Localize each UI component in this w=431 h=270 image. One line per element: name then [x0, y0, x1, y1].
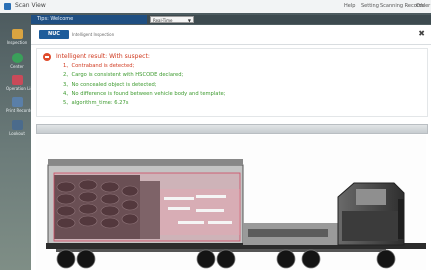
inspection-window: NUC Intelligent Inspection ✖ Intelligent…: [31, 25, 431, 270]
menu-help[interactable]: Help: [344, 3, 355, 9]
result-list: 1、Contraband is detected; 2、Cargo is con…: [63, 62, 225, 108]
desktop-icon-lookout[interactable]: Lookout: [6, 120, 28, 136]
menu-order[interactable]: Order: [416, 3, 430, 9]
menu-setting[interactable]: Setting: [361, 3, 379, 9]
window-header: NUC Intelligent Inspection ✖: [31, 25, 431, 45]
desktop-icon-print-records[interactable]: Print Records: [6, 97, 32, 113]
warning-icon: [43, 53, 51, 61]
desktop-icon-center[interactable]: Center: [6, 53, 28, 69]
xray-truck-image: [36, 135, 426, 270]
desktop-icon-inspection[interactable]: Inspection: [6, 29, 28, 45]
printer-icon: [11, 97, 23, 107]
desktop-icon-operation-list[interactable]: Operation List: [6, 75, 34, 91]
app-title: Scan View: [15, 2, 46, 9]
app-logo-icon: [4, 3, 11, 10]
result-title: Intelligent result: With suspect:: [56, 53, 150, 60]
result-item-algorithm-time: 5、algorithm_time: 6.27s: [63, 100, 129, 107]
result-item-vehicle-body: 4、No difference is found between vehicle…: [63, 90, 226, 97]
company-logo: NUC: [39, 30, 69, 39]
monitor-icon: [11, 75, 23, 85]
xray-scan-image[interactable]: [36, 135, 426, 270]
tab-welcome[interactable]: Tips: Welcome: [31, 15, 147, 24]
window-subtitle: Intelligent Inspection: [72, 32, 115, 37]
result-item-concealed: 3、No concealed object is detected;: [63, 81, 157, 88]
folder-icon: [11, 29, 23, 39]
chevron-down-icon: ▼: [187, 18, 191, 23]
app-titlebar: Scan View Help Setting Scanning Records …: [0, 0, 431, 14]
inspection-mode-select[interactable]: Real-Time Inspection ▼: [150, 16, 194, 30]
intelligent-result-panel: Intelligent result: With suspect: 1、Cont…: [36, 48, 428, 117]
result-item-hscode: 2、Cargo is consistent with HSCODE declar…: [63, 72, 184, 79]
result-item-contraband: 1、Contraband is detected;: [63, 63, 135, 69]
globe-icon: [11, 53, 23, 63]
close-icon[interactable]: ✖: [418, 29, 425, 38]
image-toolbar: [36, 124, 428, 134]
camera-icon: [11, 120, 23, 130]
